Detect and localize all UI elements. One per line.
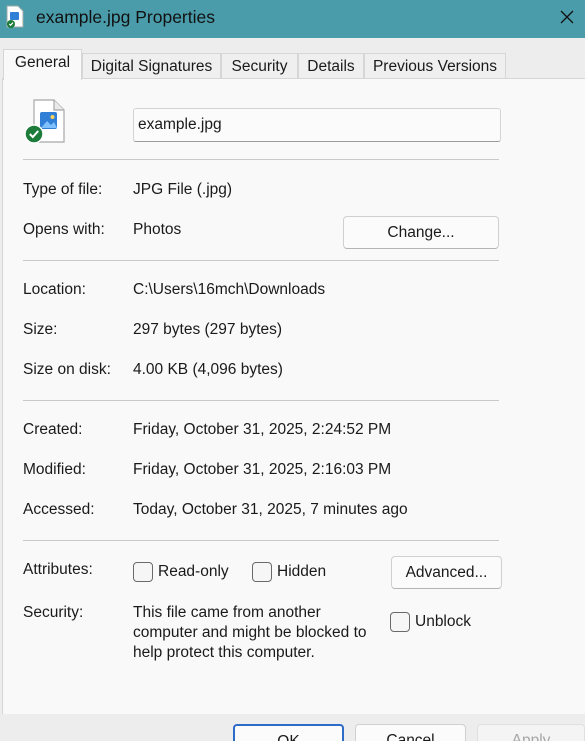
tab-previous-versions[interactable]: Previous Versions xyxy=(364,53,506,79)
accessed-value: Today, October 31, 2025, 7 minutes ago xyxy=(133,501,408,518)
unblock-checkbox[interactable] xyxy=(390,612,410,632)
hidden-checkbox[interactable] xyxy=(252,562,272,582)
attributes-label: Attributes: xyxy=(23,561,93,578)
filename-field[interactable] xyxy=(133,108,501,142)
readonly-label[interactable]: Read-only xyxy=(158,563,229,581)
readonly-checkbox[interactable] xyxy=(133,562,153,582)
divider xyxy=(23,400,499,401)
advanced-button[interactable]: Advanced... xyxy=(391,556,502,589)
accessed-label: Accessed: xyxy=(23,501,95,518)
image-file-icon xyxy=(24,99,65,144)
tab-security[interactable]: Security xyxy=(221,53,298,79)
tab-general[interactable]: General xyxy=(3,49,82,80)
modified-label: Modified: xyxy=(23,461,86,478)
divider xyxy=(23,260,499,261)
unblock-label[interactable]: Unblock xyxy=(415,613,471,631)
location-value: C:\Users\16mch\Downloads xyxy=(133,281,326,298)
divider xyxy=(23,540,499,541)
type-of-file-label: Type of file: xyxy=(23,181,103,198)
title-bar: example.jpg Properties xyxy=(0,0,585,38)
close-icon xyxy=(560,10,573,23)
security-message: This file came from another computer and… xyxy=(133,604,367,661)
cancel-button[interactable]: Cancel xyxy=(355,724,466,741)
change-button[interactable]: Change... xyxy=(343,216,499,249)
size-on-disk-value: 4.00 KB (4,096 bytes) xyxy=(133,361,283,378)
divider xyxy=(23,159,499,160)
size-value: 297 bytes (297 bytes) xyxy=(133,321,283,338)
file-properties-icon xyxy=(6,5,24,28)
created-value: Friday, October 31, 2025, 2:24:52 PM xyxy=(133,421,392,438)
opens-with-label: Opens with: xyxy=(23,221,105,238)
type-of-file-value: JPG File (.jpg) xyxy=(133,181,233,198)
size-on-disk-label: Size on disk: xyxy=(23,361,111,378)
tab-strip: General Digital Signatures Security Deta… xyxy=(0,49,585,80)
tab-digital-signatures[interactable]: Digital Signatures xyxy=(82,53,221,79)
security-label: Security: xyxy=(23,604,84,621)
created-label: Created: xyxy=(23,421,83,438)
tab-details[interactable]: Details xyxy=(298,53,364,79)
apply-button[interactable]: Apply xyxy=(477,724,585,741)
close-button[interactable] xyxy=(548,0,585,33)
ok-button[interactable]: OK xyxy=(233,724,344,741)
size-label: Size: xyxy=(23,321,58,338)
modified-value: Friday, October 31, 2025, 2:16:03 PM xyxy=(133,461,392,478)
hidden-label[interactable]: Hidden xyxy=(277,563,326,581)
opens-with-value: Photos xyxy=(133,221,182,238)
location-label: Location: xyxy=(23,281,86,298)
window-title: example.jpg Properties xyxy=(36,7,215,27)
